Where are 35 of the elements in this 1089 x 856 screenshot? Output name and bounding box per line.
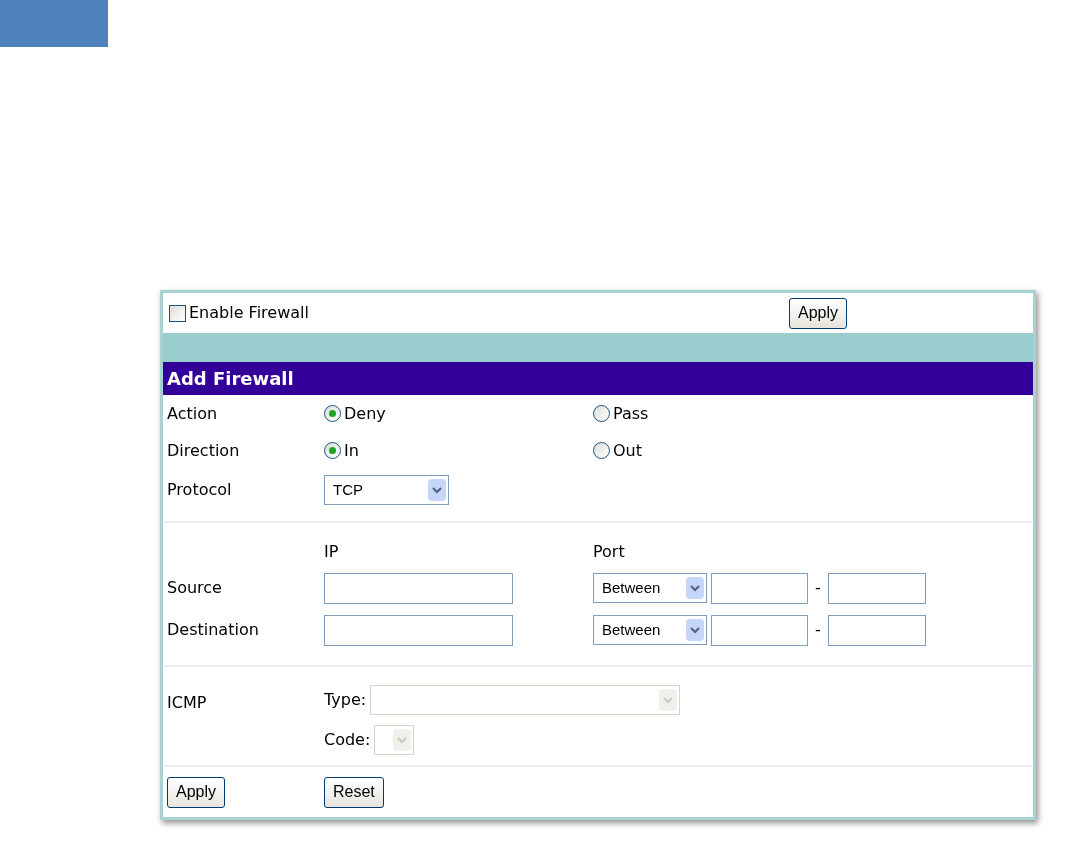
input-field[interactable] bbox=[828, 572, 926, 604]
protocol-select[interactable]: TCP bbox=[324, 475, 449, 505]
input-field[interactable] bbox=[711, 572, 808, 604]
reset-button[interactable]: Reset bbox=[324, 776, 384, 808]
port-select[interactable]: Between bbox=[593, 615, 707, 645]
radio-label: Deny bbox=[344, 402, 386, 425]
checkbox[interactable] bbox=[169, 304, 186, 322]
radio-label: In bbox=[344, 439, 359, 462]
field-label: Direction bbox=[167, 439, 241, 462]
radio-button[interactable] bbox=[593, 442, 610, 459]
radio-button[interactable] bbox=[324, 405, 341, 422]
radio-label: Out bbox=[613, 439, 642, 462]
range-separator: - bbox=[814, 619, 822, 641]
input-field[interactable] bbox=[324, 572, 513, 604]
checkbox-label: Enable Firewall bbox=[189, 302, 309, 324]
radio-label: Pass bbox=[613, 402, 649, 425]
input-field[interactable] bbox=[324, 614, 513, 646]
field-label: Action bbox=[167, 402, 219, 425]
field-label: ICMP bbox=[167, 692, 208, 714]
field-label: Protocol bbox=[167, 479, 233, 501]
port-select[interactable]: Between bbox=[593, 573, 707, 603]
field-label: Source bbox=[167, 577, 223, 599]
column-heading: IP bbox=[324, 541, 340, 563]
field-label: Destination bbox=[167, 619, 260, 641]
field-label: Type: bbox=[324, 689, 367, 711]
input-field[interactable] bbox=[711, 614, 808, 646]
range-separator: - bbox=[814, 577, 822, 599]
input-field[interactable] bbox=[828, 614, 926, 646]
field-label: Code: bbox=[324, 729, 371, 751]
radio-button[interactable] bbox=[324, 442, 341, 459]
apply-button[interactable]: Apply bbox=[789, 297, 848, 329]
column-heading: Port bbox=[593, 541, 626, 563]
apply-button[interactable]: Apply bbox=[167, 776, 226, 808]
section-header: Add Firewall bbox=[163, 362, 1033, 395]
radio-button[interactable] bbox=[593, 405, 610, 422]
